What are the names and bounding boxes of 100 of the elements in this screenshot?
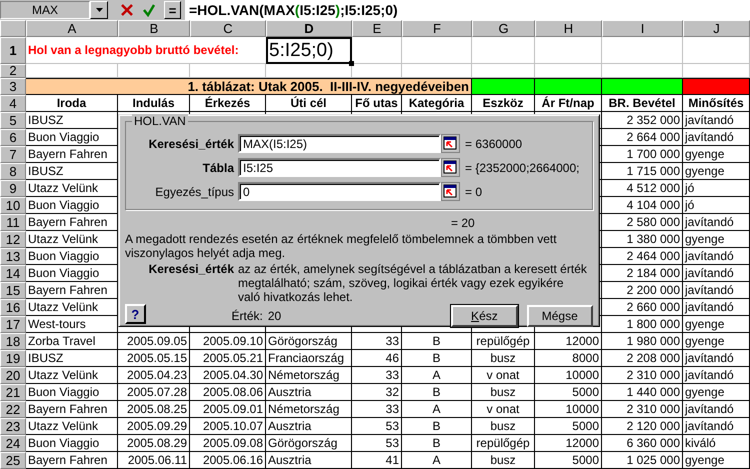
formula-result: = 20 <box>451 216 475 230</box>
table-cell: Ausztria <box>266 418 352 435</box>
table-cell: A <box>402 367 472 384</box>
column-header[interactable]: G <box>472 20 535 37</box>
row-header[interactable]: 13 <box>0 248 26 265</box>
table-cell: 33 <box>352 367 402 384</box>
row-header[interactable]: 15 <box>0 282 26 299</box>
caret-icon <box>96 8 102 12</box>
table-cell: gyenge <box>683 231 750 248</box>
help-button[interactable]: ? <box>125 304 146 324</box>
select-all-button[interactable] <box>0 20 26 37</box>
row-header[interactable]: 4 <box>0 95 26 112</box>
row-header[interactable]: 18 <box>0 333 26 350</box>
table-cell: 2005.09.10 <box>190 333 266 350</box>
row-header[interactable]: 14 <box>0 265 26 282</box>
table-cell: v onat <box>472 401 535 418</box>
table-cell: 2 660 000 <box>602 299 683 316</box>
table-cell: 5000 <box>535 418 602 435</box>
row-header[interactable]: 6 <box>0 129 26 146</box>
table-cell: javítandó <box>683 129 750 146</box>
table-cell: 12000 <box>535 333 602 350</box>
row-header[interactable]: 2 <box>0 64 26 78</box>
table-cell: 2 184 000 <box>602 265 683 282</box>
row-header[interactable]: 21 <box>0 384 26 401</box>
table-cell: javítandó <box>683 299 750 316</box>
argument-field[interactable]: 0 <box>238 182 441 201</box>
table-cell: 1 800 000 <box>602 316 683 333</box>
column-title: Ár Ft/nap <box>535 95 602 112</box>
table-cell: Németország <box>266 401 352 418</box>
table-caption: 1. táblázat: Utak 2005. II-III-IV. negyedéveiben <box>26 78 472 95</box>
table-cell: Ausztria <box>266 452 352 469</box>
cancel-button[interactable]: Mégse <box>526 305 593 327</box>
active-cell[interactable]: 5:I25;0) <box>266 37 352 64</box>
row-header[interactable]: 20 <box>0 367 26 384</box>
table-cell: Utazz Velünk <box>26 367 118 384</box>
column-header[interactable]: A <box>26 20 118 37</box>
table-cell: 5000 <box>535 452 602 469</box>
table-cell: 2005.08.06 <box>190 384 266 401</box>
table-cell: Görögország <box>266 435 352 452</box>
formula-field[interactable]: =HOL.VAN(MAX(I5:I25);I5:I25;0) <box>185 0 750 20</box>
row-header[interactable]: 16 <box>0 299 26 316</box>
argument-field[interactable]: I5:I25 <box>238 158 441 177</box>
table-cell: javítandó <box>683 248 750 265</box>
row-header[interactable]: 8 <box>0 163 26 180</box>
column-header[interactable]: B <box>118 20 190 37</box>
column-header[interactable]: I <box>602 20 683 37</box>
table-cell: Buon Viaggio <box>26 435 118 452</box>
row-header[interactable]: 12 <box>0 231 26 248</box>
row-header[interactable]: 22 <box>0 401 26 418</box>
empty-cell[interactable] <box>683 37 750 64</box>
row-header[interactable]: 17 <box>0 316 26 333</box>
column-header[interactable]: H <box>535 20 602 37</box>
table-cell: 2 310 000 <box>602 367 683 384</box>
check-icon[interactable] <box>142 3 156 17</box>
ok-button[interactable]: Kész <box>451 305 518 327</box>
empty-cell[interactable] <box>602 37 683 64</box>
table-cell: busz <box>472 418 535 435</box>
table-cell: gyenge <box>683 316 750 333</box>
sheet-title: Hol van a legnagyobb bruttó bevétel: <box>26 37 266 64</box>
row-header[interactable]: 25 <box>0 452 26 469</box>
column-header[interactable]: E <box>352 20 402 37</box>
table-cell: 32 <box>352 384 402 401</box>
table-cell: Zorba Travel <box>26 333 118 350</box>
column-header[interactable]: D <box>266 20 352 37</box>
row-header[interactable]: 10 <box>0 197 26 214</box>
table-cell: 46 <box>352 350 402 367</box>
table-cell: 2005.04.23 <box>118 367 190 384</box>
name-box[interactable]: MAX <box>0 1 90 19</box>
row-header[interactable]: 1 <box>0 37 26 64</box>
cancel-icon[interactable] <box>120 3 134 17</box>
table-cell: gyenge <box>683 384 750 401</box>
edit-formula-button[interactable]: = <box>164 1 181 19</box>
row-header[interactable]: 11 <box>0 214 26 231</box>
table-cell: javítandó <box>683 401 750 418</box>
empty-cell[interactable] <box>402 37 472 64</box>
table-cell: B <box>402 435 472 452</box>
column-header[interactable]: C <box>190 20 266 37</box>
row-header[interactable]: 5 <box>0 112 26 129</box>
row-header[interactable]: 9 <box>0 180 26 197</box>
table-cell: Görögország <box>266 333 352 350</box>
table-cell: 33 <box>352 333 402 350</box>
dropdown-button[interactable] <box>90 1 108 19</box>
argument-result: = {2352000;2664000; <box>464 160 580 174</box>
empty-cell[interactable] <box>352 37 402 64</box>
column-header[interactable]: F <box>402 20 472 37</box>
row-header[interactable]: 3 <box>0 78 26 95</box>
table-cell: 2 464 000 <box>602 248 683 265</box>
column-title: Kategória <box>402 95 472 112</box>
row-header[interactable]: 19 <box>0 350 26 367</box>
table-cell: 4 512 000 <box>602 180 683 197</box>
empty-cell[interactable] <box>472 37 535 64</box>
table-cell: A <box>402 452 472 469</box>
argument-result: = 0 <box>464 184 484 198</box>
column-header[interactable]: J <box>683 20 750 37</box>
row-header[interactable]: 7 <box>0 146 26 163</box>
argument-field[interactable]: MAX(I5:I25) <box>238 134 441 153</box>
row-header[interactable]: 23 <box>0 418 26 435</box>
table-cell: 4 104 000 <box>602 197 683 214</box>
empty-cell[interactable] <box>535 37 602 64</box>
row-header[interactable]: 24 <box>0 435 26 452</box>
